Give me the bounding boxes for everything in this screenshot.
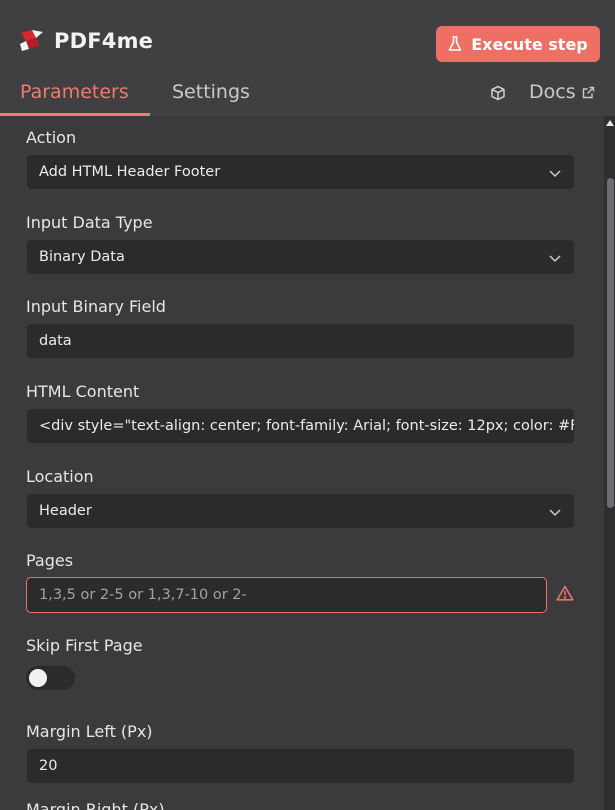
- skip-first-page-toggle[interactable]: [26, 666, 75, 690]
- flask-icon: [448, 36, 462, 51]
- node-title: PDF4me: [54, 29, 154, 53]
- action-label: Action: [26, 128, 77, 147]
- skip-first-page-label: Skip First Page: [26, 636, 143, 655]
- tab-settings[interactable]: Settings: [172, 81, 250, 103]
- location-select[interactable]: Header: [26, 493, 575, 529]
- chevron-down-icon: [549, 255, 561, 263]
- input-data-type-label: Input Data Type: [26, 213, 153, 232]
- input-data-type-value: Binary Data: [39, 249, 125, 265]
- node-header: PDF4me Execute step Parameters Settings …: [0, 0, 615, 116]
- toggle-knob: [29, 669, 47, 687]
- warning-triangle-icon: [556, 585, 574, 601]
- pages-placeholder: 1,3,5 or 2-5 or 1,3,7-10 or 2-: [39, 587, 247, 603]
- html-content-value: <div style="text-align: center; font-fam…: [39, 418, 575, 434]
- margin-left-label: Margin Left (Px): [26, 722, 153, 741]
- input-binary-field-value: data: [39, 333, 72, 349]
- input-binary-field-input[interactable]: data: [26, 323, 575, 359]
- input-binary-field-label: Input Binary Field: [26, 297, 166, 316]
- tab-parameters[interactable]: Parameters: [20, 81, 129, 103]
- chevron-down-icon: [549, 170, 561, 178]
- action-value: Add HTML Header Footer: [39, 164, 221, 180]
- scrollbar-thumb[interactable]: [607, 178, 614, 508]
- chevron-down-icon: [549, 509, 561, 517]
- margin-right-label: Margin Right (Px): [26, 802, 165, 810]
- execute-step-button[interactable]: Execute step: [436, 26, 600, 62]
- pages-label: Pages: [26, 551, 74, 570]
- pages-input[interactable]: 1,3,5 or 2-5 or 1,3,7-10 or 2-: [26, 577, 547, 613]
- pdf4me-logo-icon: [20, 30, 43, 51]
- external-link-icon: [582, 86, 594, 98]
- input-data-type-select[interactable]: Binary Data: [26, 239, 575, 275]
- parameters-panel: Action Add HTML Header Footer Input Data…: [0, 116, 604, 810]
- margin-left-input[interactable]: 20: [26, 748, 575, 784]
- scroll-up-arrow-icon[interactable]: [605, 116, 615, 130]
- execute-step-label: Execute step: [471, 34, 588, 54]
- html-content-label: HTML Content: [26, 382, 140, 401]
- margin-left-value: 20: [39, 758, 58, 774]
- location-label: Location: [26, 467, 94, 486]
- docs-link[interactable]: Docs: [529, 81, 595, 103]
- location-value: Header: [39, 503, 92, 519]
- html-content-input[interactable]: <div style="text-align: center; font-fam…: [26, 408, 575, 444]
- docs-label: Docs: [529, 81, 576, 103]
- action-select[interactable]: Add HTML Header Footer: [26, 154, 575, 190]
- cube-icon: [491, 85, 505, 101]
